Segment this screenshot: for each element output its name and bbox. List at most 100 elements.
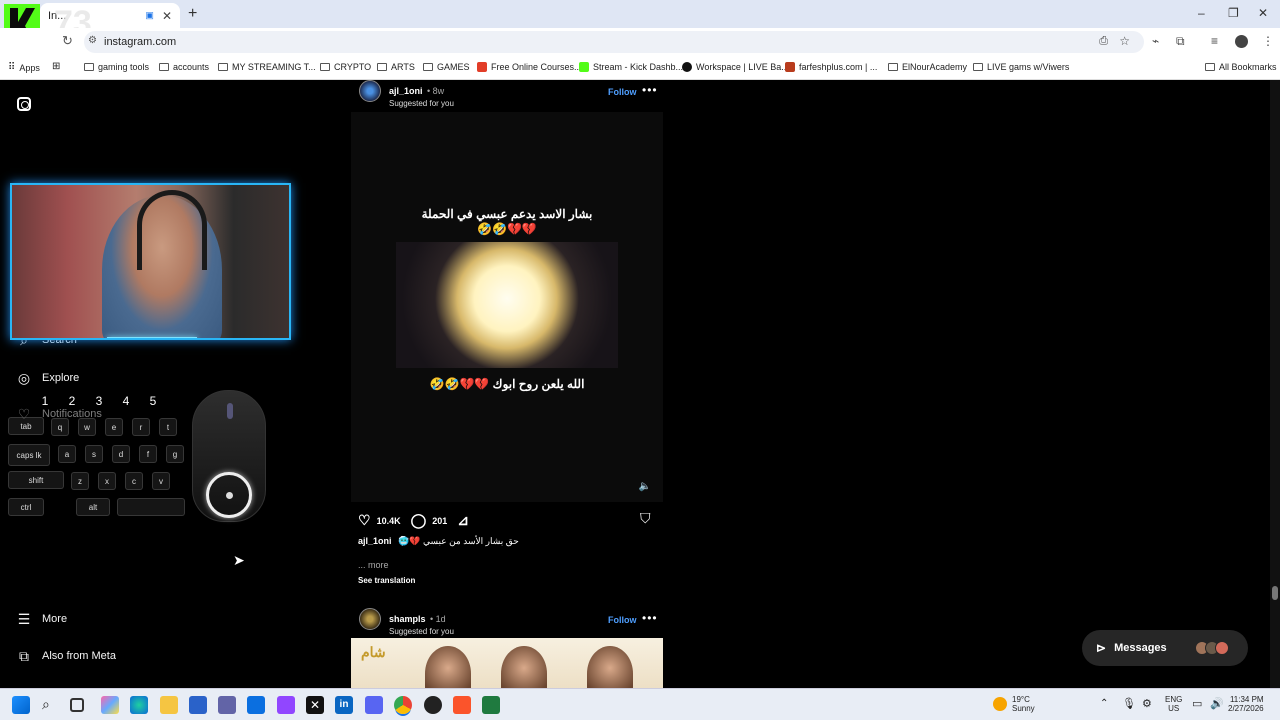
tab-close-icon[interactable]: ✕ <box>162 9 172 23</box>
mouse-wheel <box>227 403 233 419</box>
store-icon[interactable] <box>189 696 207 714</box>
messages-button[interactable]: ⊳ Messages <box>1082 630 1248 666</box>
new-tab-button[interactable]: + <box>188 5 197 23</box>
excel-icon[interactable] <box>482 696 500 714</box>
bookmark-live-games[interactable]: LIVE gams w/Viwers <box>973 62 1069 72</box>
post-username[interactable]: shampls <box>389 614 426 624</box>
bookmark-free-online-courses[interactable]: Free Online Courses... <box>477 62 582 72</box>
post-avatar[interactable] <box>359 80 381 102</box>
language-indicator[interactable]: ENG US <box>1165 695 1182 713</box>
instagram-logo-icon[interactable] <box>17 97 31 111</box>
bookmark-games[interactable]: GAMES <box>423 62 470 72</box>
bookmark-apps[interactable]: ⠿ Apps <box>8 62 40 73</box>
teams-icon[interactable] <box>218 696 236 714</box>
key-t: t <box>159 418 177 436</box>
follow-button[interactable]: Follow <box>608 615 637 625</box>
more-options-icon[interactable]: ••• <box>642 83 658 97</box>
key-q: q <box>51 418 69 436</box>
bookmark-workspace-live[interactable]: Workspace | LIVE Ba... <box>682 62 789 72</box>
post-image[interactable]: شام <box>351 638 663 688</box>
key-space <box>117 498 185 516</box>
bookmark-farfeshplus[interactable]: farfeshplus.com | ... <box>785 62 877 72</box>
task-view-icon[interactable] <box>70 698 84 712</box>
restore-icon[interactable]: ❐ <box>1228 6 1239 20</box>
post-username[interactable]: ajl_1oni <box>389 86 423 96</box>
comment-icon[interactable]: ◯ <box>411 512 427 529</box>
all-bookmarks[interactable]: All Bookmarks <box>1205 62 1277 72</box>
post-avatar[interactable] <box>359 608 381 630</box>
folder-icon <box>888 63 898 71</box>
chrome-icon[interactable] <box>394 696 412 714</box>
region-code: US <box>1168 704 1180 713</box>
share-icon[interactable]: ⊿ <box>457 512 469 529</box>
x-icon[interactable]: ✕ <box>306 696 324 714</box>
more-options-icon[interactable]: ••• <box>642 611 658 625</box>
chevron-up-icon[interactable]: ⌃ <box>1100 698 1108 709</box>
scrollbar-thumb[interactable] <box>1272 586 1278 600</box>
media-control-icon[interactable]: ≡ <box>1211 34 1218 48</box>
see-translation-link[interactable]: See translation <box>358 576 415 585</box>
bookmark-label: GAMES <box>437 62 470 72</box>
bookmark-label: ElNourAcademy <box>902 62 968 72</box>
bookmark-accounts[interactable]: accounts <box>159 62 209 72</box>
key-1: 1 <box>41 394 49 408</box>
mouse-cursor-icon: ➤ <box>233 552 245 568</box>
network-icon[interactable]: ⚙ <box>1142 697 1152 710</box>
nav-explore[interactable]: ◎ Explore <box>16 370 79 386</box>
weather-widget[interactable]: 19°C Sunny <box>1012 695 1035 713</box>
mail-icon[interactable] <box>247 696 265 714</box>
tab-groups-icon[interactable]: ⊞ <box>52 61 60 72</box>
nav-label: Explore <box>42 372 80 384</box>
like-heart-icon[interactable]: ♡ <box>358 512 371 529</box>
copilot-icon[interactable] <box>101 696 119 714</box>
tiktok-favicon <box>682 62 692 72</box>
install-icon[interactable]: ⎙ <box>1099 35 1108 48</box>
bookmark-star-icon[interactable]: ☆ <box>1119 34 1130 48</box>
webcam-overlay <box>10 183 291 340</box>
file-explorer-icon[interactable] <box>160 696 178 714</box>
site-info-icon[interactable]: ⚙ <box>88 35 97 46</box>
extensions-icon[interactable]: ⧉ <box>1176 34 1185 49</box>
edge-icon[interactable] <box>130 696 148 714</box>
bookmark-crypto[interactable]: CRYPTO <box>320 62 371 72</box>
bookmark-gaming-tools[interactable]: gaming tools <box>84 62 149 72</box>
kick-favicon <box>579 62 589 72</box>
audio-toggle-icon[interactable]: 🔈 <box>639 481 651 492</box>
clock[interactable]: 11:34 PM 2/27/2026 <box>1228 695 1264 713</box>
bookmark-my-streaming[interactable]: MY STREAMING T... <box>218 62 316 72</box>
volume-icon[interactable]: 🔊 <box>1210 697 1224 710</box>
bookmark-label: MY STREAMING T... <box>232 62 316 72</box>
close-window-icon[interactable]: ✕ <box>1258 6 1268 20</box>
extension-badge-icon[interactable]: ⌁ <box>1152 34 1159 48</box>
bookmark-elnouracademy[interactable]: ElNourAcademy <box>888 62 967 72</box>
bookmark-kick-dashboard[interactable]: Stream - Kick Dashb... <box>579 62 683 72</box>
nav-more[interactable]: ☰ More <box>16 611 67 627</box>
twitch-icon[interactable] <box>277 696 295 714</box>
hamburger-icon: ☰ <box>17 610 31 627</box>
caption-more-link[interactable]: ... more <box>358 560 389 570</box>
save-bookmark-icon[interactable]: ⛉ <box>640 510 651 527</box>
linkedin-icon[interactable]: in <box>335 696 353 714</box>
nav-also-from-meta[interactable]: ⧉ Also from Meta <box>16 648 116 664</box>
page-scrollbar[interactable] <box>1270 80 1280 688</box>
follow-button[interactable]: Follow <box>608 87 637 97</box>
microphone-icon[interactable]: 🎙 <box>1122 697 1136 710</box>
weather-desc: Sunny <box>1012 704 1035 713</box>
video-caption-emoji: 💔💔🤣🤣 <box>477 222 537 236</box>
search-icon[interactable]: ⌕ <box>42 696 60 714</box>
bookmark-arts[interactable]: ARTS <box>377 62 415 72</box>
post-video[interactable]: بشار الاسد يدعم عبسي في الحملة 💔💔🤣🤣 الله… <box>351 112 663 502</box>
obs-icon[interactable] <box>424 696 442 714</box>
reload-icon[interactable]: ↻ <box>62 33 73 49</box>
discord-icon[interactable] <box>365 696 383 714</box>
messages-label: Messages <box>1114 642 1167 654</box>
caption-username[interactable]: ajl_1oni <box>358 536 392 546</box>
profile-avatar[interactable] <box>1235 35 1248 48</box>
brave-icon[interactable] <box>453 696 471 714</box>
menu-icon[interactable]: ⋮ <box>1262 34 1274 48</box>
minimize-icon[interactable]: – <box>1198 6 1205 20</box>
compass-icon: ◎ <box>17 369 31 386</box>
address-bar[interactable]: ⚙ instagram.com ⎙ ☆ <box>84 31 1144 53</box>
windows-start-icon[interactable] <box>12 696 30 714</box>
display-icon[interactable]: ▭ <box>1192 697 1202 710</box>
